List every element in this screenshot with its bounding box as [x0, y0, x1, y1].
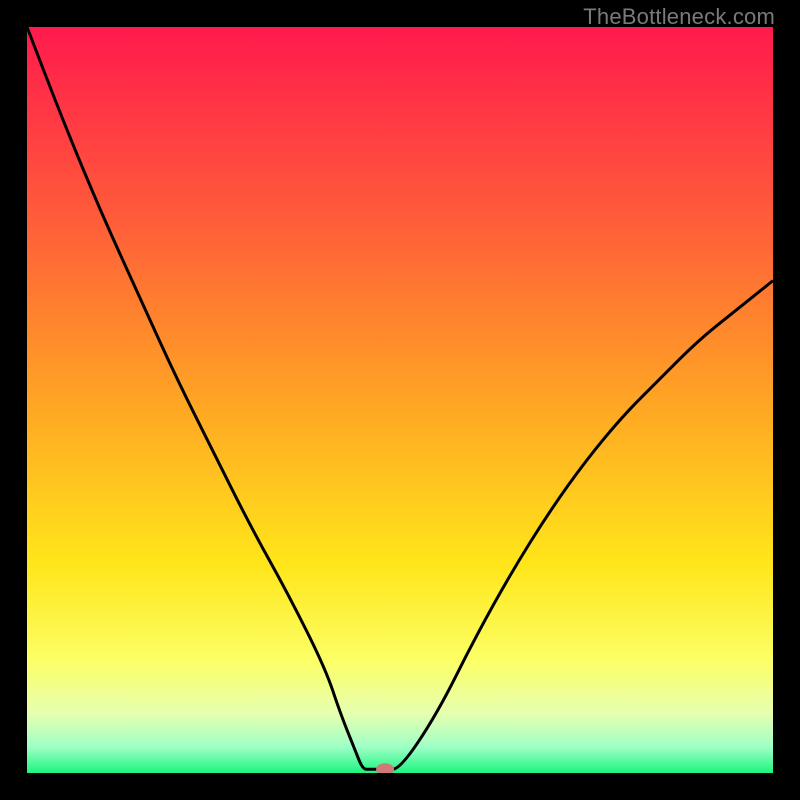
- plot-area: [27, 27, 773, 773]
- gradient-background: [27, 27, 773, 773]
- chart-svg: [27, 27, 773, 773]
- chart-frame: TheBottleneck.com: [0, 0, 800, 800]
